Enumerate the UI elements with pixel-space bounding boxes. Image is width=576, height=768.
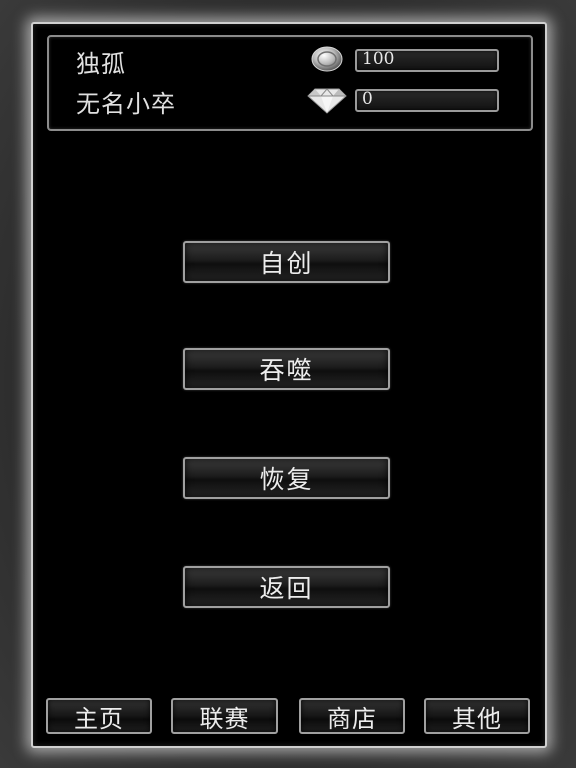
nav-other-button[interactable]: 其他	[424, 698, 530, 734]
gems-counter: 0	[355, 89, 499, 112]
nav-shop-button[interactable]: 商店	[299, 698, 405, 734]
gems-value: 0	[362, 89, 373, 109]
coin-icon	[311, 46, 343, 72]
player-rank: 无名小卒	[76, 90, 176, 118]
nav-home-button[interactable]: 主页	[46, 698, 152, 734]
create-button[interactable]: 自创	[183, 241, 390, 283]
diamond-icon	[307, 86, 347, 114]
coins-counter: 100	[355, 49, 499, 72]
nav-league-button[interactable]: 联赛	[171, 698, 278, 734]
player-name: 独孤	[76, 50, 126, 78]
restore-button[interactable]: 恢复	[183, 457, 390, 499]
back-button[interactable]: 返回	[183, 566, 390, 608]
coins-value: 100	[362, 49, 395, 69]
devour-button[interactable]: 吞噬	[183, 348, 390, 390]
